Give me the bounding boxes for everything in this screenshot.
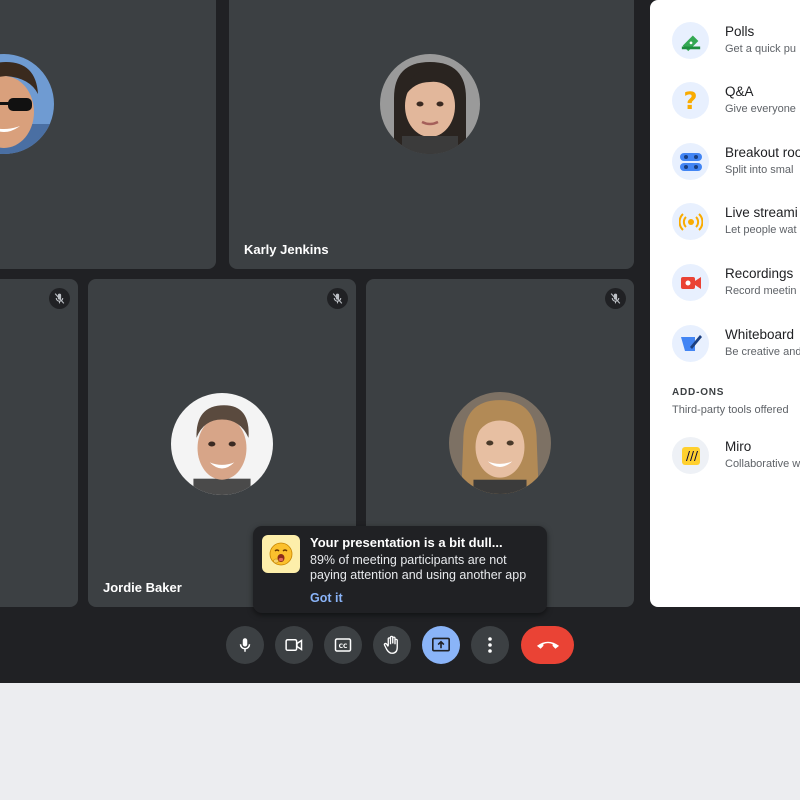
more-options-button[interactable] [471,626,509,664]
participant-tile[interactable]: Karly Jenkins [229,0,634,269]
present-screen-button[interactable] [422,626,460,664]
microphone-button[interactable] [226,626,264,664]
yawning-face-icon [262,535,300,573]
toast-message: 89% of meeting participants are not payi… [310,553,527,582]
more-options-icon [488,637,492,653]
whiteboard-icon [672,325,709,362]
activity-whiteboard[interactable]: Whiteboard Be creative and [672,325,800,365]
participant-avatar [171,393,273,495]
participant-avatar [449,392,551,494]
participant-name: Karly Jenkins [244,242,329,257]
participant-name: Jordie Baker [103,580,182,595]
breakout-rooms-icon [672,143,709,180]
activity-title: Recordings [725,266,794,281]
microphone-icon [239,638,251,652]
addons-description: Third-party tools offered [672,404,789,416]
participant-avatar [380,54,480,154]
raise-hand-button[interactable] [373,626,411,664]
activity-subtitle: Let people wat [725,224,797,236]
addon-subtitle: Collaborative w [725,458,800,470]
activity-subtitle: Record meetin [725,285,797,297]
activities-panel: Polls Get a quick pu ? Q&A Give everyone… [650,0,800,607]
addon-title: Miro [725,439,752,454]
camera-button[interactable] [275,626,313,664]
svg-text:CC: CC [339,643,348,650]
activity-subtitle: Get a quick pu [725,43,796,55]
notification-toast: Your presentation is a bit dull... 89% o… [253,526,547,613]
activity-breakout-rooms[interactable]: Breakout roo Split into smal [672,143,800,183]
recording-icon [672,264,709,301]
activity-title: Live streami [725,205,798,220]
camera-icon [285,639,303,651]
activity-subtitle: Split into smal [725,164,794,176]
toast-title: Your presentation is a bit dull... [310,535,503,550]
addon-miro[interactable]: Miro Collaborative w [672,437,800,477]
participant-tile[interactable] [0,0,216,269]
activity-qa[interactable]: ? Q&A Give everyone [672,82,800,122]
addons-header: ADD-ONS [672,387,725,398]
meeting-stage: Karly Jenkins Jordie Baker Polls Get a q… [0,0,800,683]
participant-tile[interactable] [0,279,78,607]
activity-recordings[interactable]: Recordings Record meetin [672,264,800,304]
mic-off-icon [49,288,70,309]
question-icon: ? [672,82,709,119]
raise-hand-icon [383,635,398,654]
end-call-icon [536,641,559,649]
captions-button[interactable]: CC [324,626,362,664]
activity-title: Breakout roo [725,145,800,160]
mic-off-icon [327,288,348,309]
activity-title: Polls [725,24,755,39]
page-background [0,683,800,800]
got-it-button[interactable]: Got it [310,591,343,605]
present-screen-icon [432,637,450,652]
captions-icon: CC [334,638,352,652]
participant-avatar [0,54,54,154]
activity-title: Q&A [725,84,754,99]
polls-icon [672,22,709,59]
miro-icon [672,437,709,474]
end-call-button[interactable] [521,626,574,664]
live-stream-icon [672,203,709,240]
activity-subtitle: Be creative and [725,346,800,358]
activity-live-streaming[interactable]: Live streami Let people wat [672,203,800,243]
activity-subtitle: Give everyone [725,103,796,115]
activity-title: Whiteboard [725,327,795,342]
activity-polls[interactable]: Polls Get a quick pu [672,22,800,62]
mic-off-icon [605,288,626,309]
